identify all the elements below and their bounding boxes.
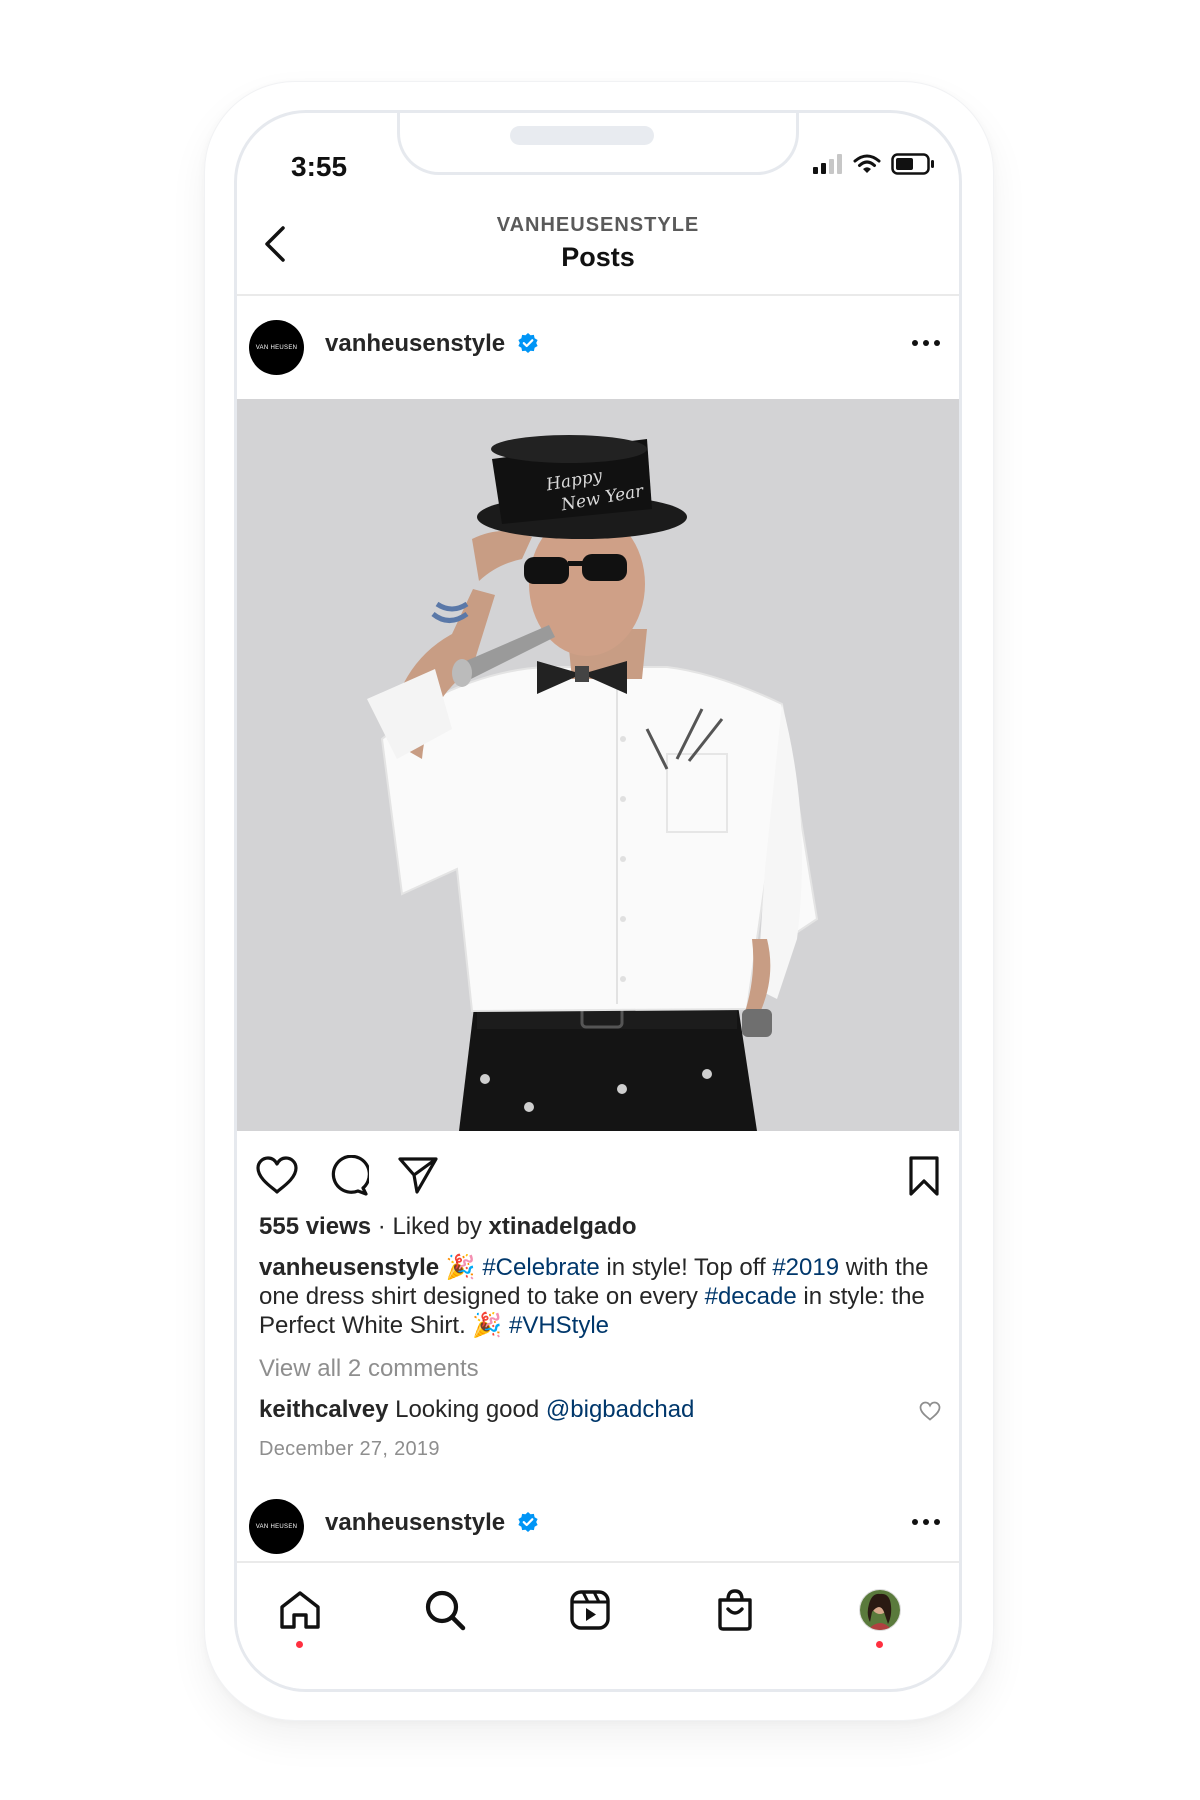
post-username[interactable]: vanheusenstyle (325, 330, 505, 357)
comment-icon[interactable] (327, 1155, 369, 1197)
watch-shape (742, 1009, 772, 1037)
battery-icon (891, 153, 934, 175)
comment-row: keithcalvey Looking good @bigbadchad (259, 1396, 694, 1424)
nav-reels[interactable] (565, 1585, 615, 1635)
home-icon (280, 1591, 320, 1629)
like-heart-icon[interactable] (255, 1155, 299, 1195)
next-post-author-avatar[interactable]: VAN HEUSEN (249, 1499, 304, 1554)
home-notification-dot (296, 1641, 303, 1648)
status-icons (813, 153, 935, 175)
verified-badge-icon (518, 332, 538, 353)
caption-username[interactable]: vanheusenstyle (259, 1254, 439, 1281)
liked-by-prefix: Liked by (392, 1213, 482, 1240)
post-author-name[interactable]: vanheusenstyle (325, 330, 538, 358)
bookmark-save-icon[interactable] (907, 1155, 941, 1197)
search-icon (425, 1590, 466, 1631)
hashtag-celebrate[interactable]: #Celebrate (482, 1254, 599, 1281)
reels-icon (570, 1590, 610, 1630)
comment-text: Looking good (395, 1396, 540, 1423)
liked-by-user[interactable]: xtinadelgado (489, 1213, 637, 1240)
separator-dot: · (377, 1213, 393, 1240)
next-post-header: VAN HEUSEN vanheusenstyle (237, 1475, 959, 1571)
next-post-username[interactable]: vanheusenstyle (325, 1509, 505, 1536)
bottom-navigation (237, 1561, 959, 1689)
next-post-author-name[interactable]: vanheusenstyle (325, 1509, 538, 1537)
more-options-icon[interactable] (911, 338, 941, 348)
post-author-avatar[interactable]: VAN HEUSEN (249, 320, 304, 375)
verified-badge-icon (518, 1511, 538, 1532)
sunglasses-shape (524, 557, 569, 584)
profile-notification-dot (876, 1641, 883, 1648)
post-image[interactable]: Happy New Year (237, 399, 959, 1131)
comment-like-heart-icon[interactable] (919, 1401, 941, 1421)
wifi-icon (853, 154, 881, 173)
nav-search[interactable] (420, 1585, 470, 1635)
caption-text-1: in style! Top off (606, 1254, 766, 1281)
post-actions (237, 1155, 959, 1205)
view-all-comments-link[interactable]: View all 2 comments (259, 1355, 479, 1383)
nav-profile[interactable] (855, 1585, 905, 1635)
speaker-grille (510, 126, 654, 145)
posts-header: VANHEUSENSTYLE Posts (237, 198, 959, 296)
page-title: Posts (561, 242, 635, 272)
post-header: VAN HEUSEN vanheusenstyle (237, 296, 959, 392)
notch (397, 113, 799, 175)
comment-mention[interactable]: @bigbadchad (546, 1396, 694, 1423)
status-time: 3:55 (291, 151, 348, 182)
more-options-icon[interactable] (911, 1517, 941, 1527)
profile-avatar (859, 1589, 901, 1631)
hashtag-decade[interactable]: #decade (705, 1283, 797, 1310)
phone-screen: 3:55 VANHEUSENSTYLE Posts VAN HEUSEN van (234, 110, 962, 1692)
emoji-party-popper-2: 🎉 (472, 1312, 503, 1339)
share-send-icon[interactable] (397, 1155, 439, 1195)
signal-icon (813, 154, 842, 174)
shop-icon (718, 1589, 752, 1631)
post-caption: vanheusenstyle 🎉 #Celebrate in style! To… (259, 1253, 939, 1340)
hashtag-vhstyle[interactable]: #VHStyle (509, 1312, 609, 1339)
post-date: December 27, 2019 (259, 1438, 440, 1460)
views-and-likes: 555 views · Liked by xtinadelgado (259, 1213, 637, 1241)
emoji-party-popper: 🎉 (445, 1254, 476, 1281)
hashtag-2019[interactable]: #2019 (772, 1254, 839, 1281)
nav-shop[interactable] (710, 1585, 760, 1635)
comment-username[interactable]: keithcalvey (259, 1396, 388, 1423)
nav-home[interactable] (275, 1585, 325, 1635)
header-subtitle: VANHEUSENSTYLE (496, 214, 700, 236)
views-count[interactable]: 555 views (259, 1213, 371, 1240)
